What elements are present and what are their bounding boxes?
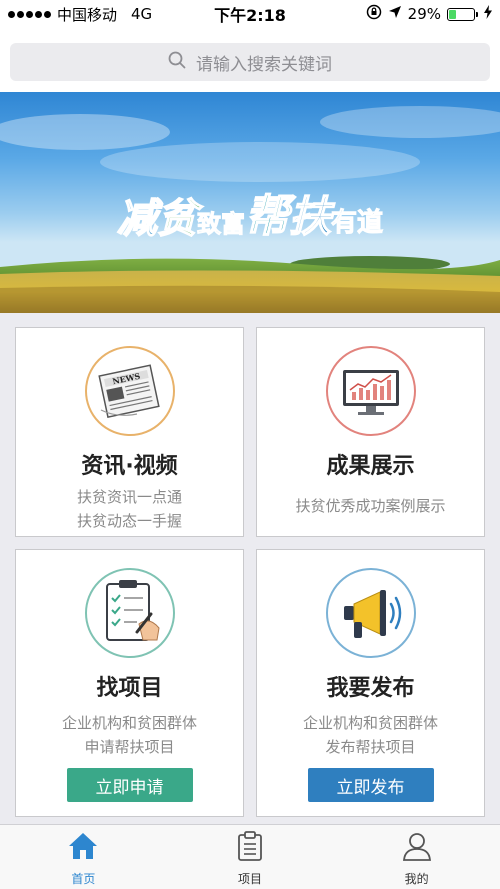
tab-label: 首页 [71,872,96,886]
status-right: 29% [366,4,492,24]
status-left: 中国移动 4G [8,4,152,25]
tab-label: 我的 [404,872,429,886]
battery-icon [447,7,478,21]
banner-image[interactable]: 减 贫 致富 帮 扶 有道 [0,92,500,313]
publish-now-button[interactable]: 立即发布 [307,768,434,802]
search-bar-container: 请输入搜索关键词 [0,28,500,92]
card-achievements[interactable]: 成果展示 扶贫优秀成功案例展示 [256,327,485,537]
newspaper-icon: NEWS [84,346,175,436]
apply-now-button[interactable]: 立即申请 [66,768,193,802]
card-subtitle-line: 发布帮扶项目 [325,738,416,756]
card-title: 我要发布 [326,676,415,701]
card-title: 资讯·视频 [81,454,178,479]
carrier-name: 中国移动 [57,5,118,24]
charging-icon [484,5,492,23]
megaphone-icon [325,568,416,658]
tab-home[interactable]: 首页 [0,825,167,889]
search-placeholder: 请输入搜索关键词 [196,54,332,75]
home-icon [67,831,99,865]
card-subtitle-line: 企业机构和贫困群体 [302,714,438,732]
card-subtitle-line: 企业机构和贫困群体 [61,714,197,732]
tab-bar: 首页 项目 我的 [0,824,500,889]
card-subtitle-line: 扶贫优秀成功案例展示 [295,497,446,515]
card-title: 成果展示 [326,454,415,479]
banner-slogan: 减 贫 致富 帮 扶 有道 [116,190,384,243]
location-icon [388,5,402,23]
battery-percent: 29% [407,5,441,23]
card-publish[interactable]: 我要发布 企业机构和贫困群体 发布帮扶项目 立即发布 [256,549,485,817]
card-subtitle-line: 扶贫资讯一点通 [76,488,182,506]
clipboard-sign-icon [84,568,175,658]
card-title: 找项目 [96,676,163,701]
status-bar: 中国移动 4G 下午2:18 29% [0,0,500,28]
tab-mine[interactable]: 我的 [333,825,500,889]
chart-monitor-icon [325,346,416,436]
user-icon [401,831,433,865]
card-find-project[interactable]: 找项目 企业机构和贫困群体 申请帮扶项目 立即申请 [15,549,244,817]
network-type: 4G [131,5,153,23]
tab-projects[interactable]: 项目 [167,825,334,889]
search-input[interactable]: 请输入搜索关键词 [10,43,490,81]
card-subtitle-line: 申请帮扶项目 [84,738,175,756]
card-news-video[interactable]: NEWS 资讯·视频 扶贫资讯一点通 扶贫动态一手握 [15,327,244,537]
card-subtitle-line: 扶贫动态一手握 [76,512,182,530]
orientation-lock-icon [366,4,382,24]
search-icon [168,51,186,74]
tab-label: 项目 [238,872,263,886]
signal-strength-icon [8,10,51,18]
clipboard-icon [236,831,264,865]
